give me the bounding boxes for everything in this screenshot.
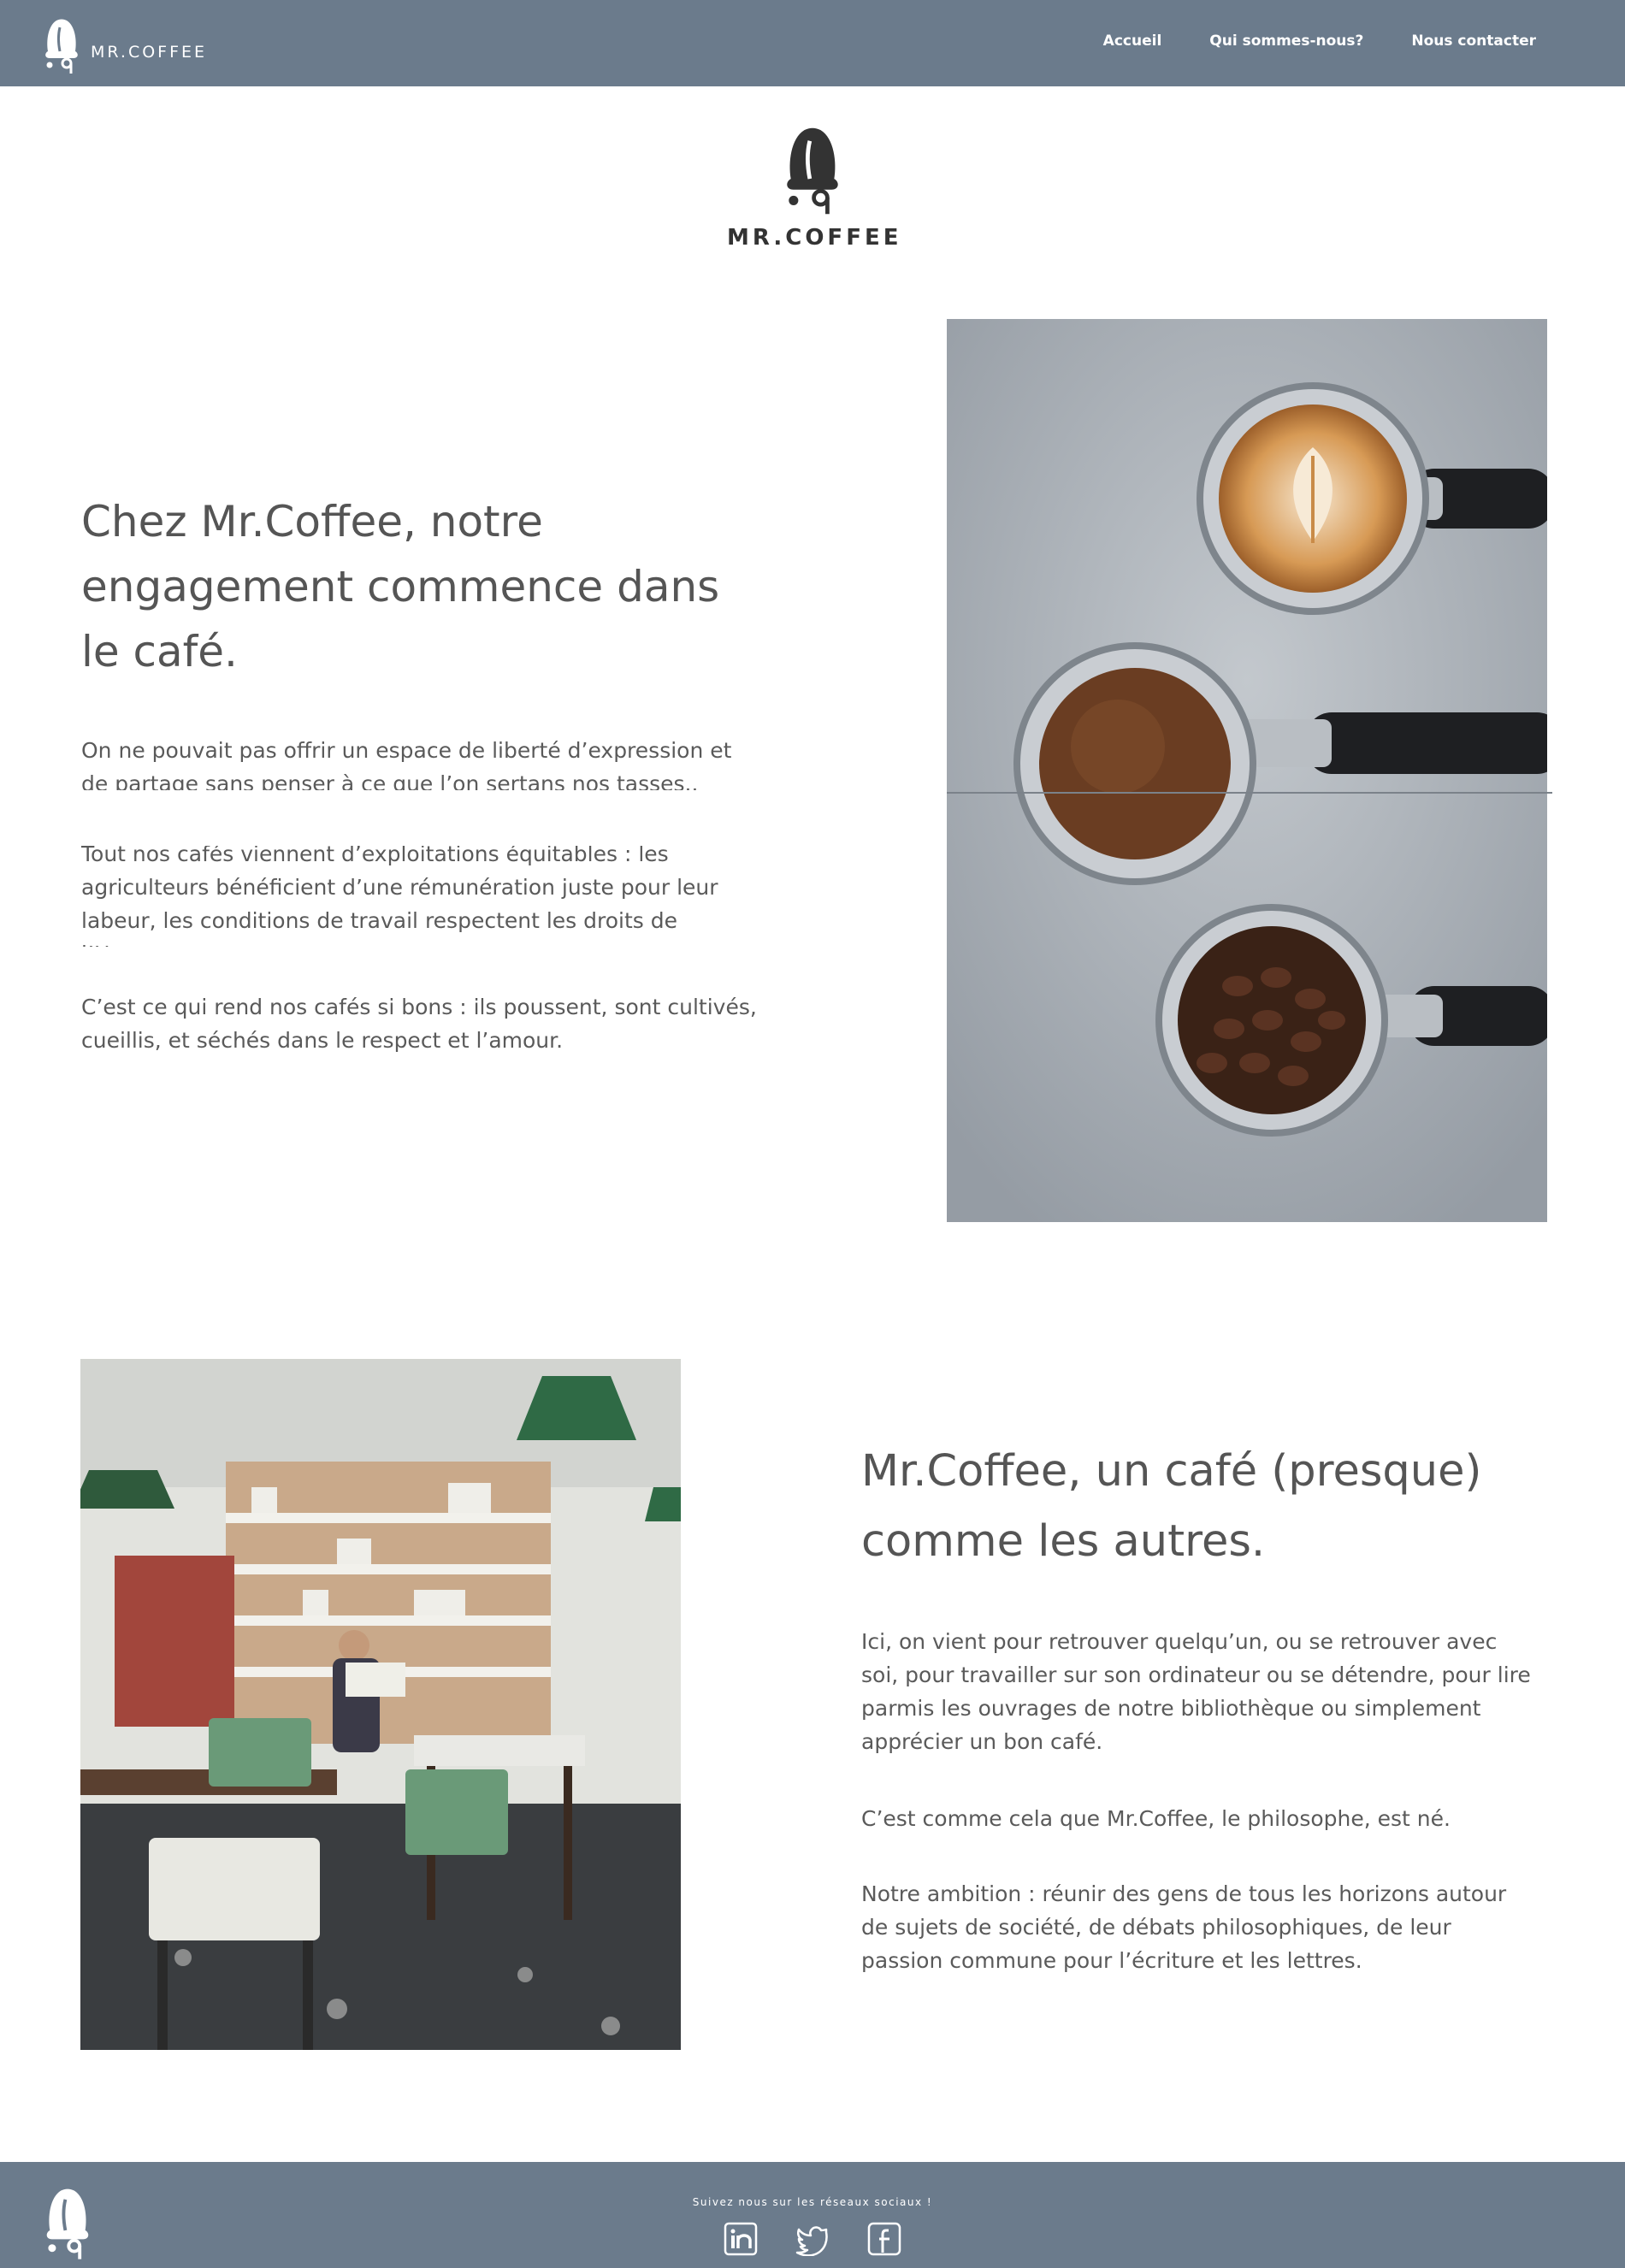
center-logo: MR.COFFEE bbox=[727, 122, 898, 251]
social-links bbox=[724, 2222, 901, 2256]
nav-link-nous-contacter[interactable]: Nous contacter bbox=[1411, 32, 1536, 50]
footer-social-text: Suivez nous sur les réseaux sociaux ! bbox=[692, 2196, 933, 2208]
section2-title: Mr.Coffee, un café (presque) comme les a… bbox=[861, 1446, 1482, 1567]
section2-paragraph-1: Ici, on vient pour retrouver quelqu’un, … bbox=[861, 1629, 1531, 1754]
center-brand: MR.COFFEE bbox=[727, 225, 902, 251]
section1-paragraph-1: On ne pouvait pas offrir un espace de li… bbox=[81, 738, 732, 790]
section1-paragraph-3: C’est ce qui rend nos cafés si bons : il… bbox=[81, 995, 757, 1053]
nav-link-accueil[interactable]: Accueil bbox=[1103, 32, 1162, 50]
section2-paragraph-2: C’est comme cela que Mr.Coffee, le philo… bbox=[861, 1806, 1451, 1831]
section1-paragraph-2-clip: Tout nos cafés viennent d’exploitations … bbox=[81, 846, 783, 947]
image-divider-line bbox=[947, 792, 1552, 794]
section1-title: Chez Mr.Coffee, notre engagement commenc… bbox=[81, 497, 720, 676]
nav-logo[interactable]: MR.COFFEE bbox=[41, 17, 207, 74]
cafe-interior-illustration bbox=[80, 1359, 681, 2050]
cafe-interior-image bbox=[80, 1359, 681, 2050]
mr-coffee-logo-icon bbox=[45, 19, 78, 74]
portafilters-illustration bbox=[947, 319, 1547, 1222]
section2-paragraph-3: Notre ambition : réunir des gens de tous… bbox=[861, 1881, 1507, 1973]
section1-paragraph-2: Tout nos cafés viennent d’exploitations … bbox=[81, 846, 718, 947]
twitter-icon[interactable] bbox=[795, 2222, 830, 2256]
nav-links: Accueil Qui sommes-nous? Nous contacter bbox=[1103, 32, 1536, 50]
linkedin-icon[interactable] bbox=[724, 2222, 758, 2256]
mr-coffee-logo-icon bbox=[787, 127, 838, 215]
coffee-portafilters-image bbox=[947, 319, 1547, 1222]
facebook-icon[interactable] bbox=[867, 2222, 901, 2256]
nav-link-qui-sommes-nous[interactable]: Qui sommes-nous? bbox=[1209, 32, 1363, 50]
nav-brand: MR.COFFEE bbox=[91, 43, 208, 62]
